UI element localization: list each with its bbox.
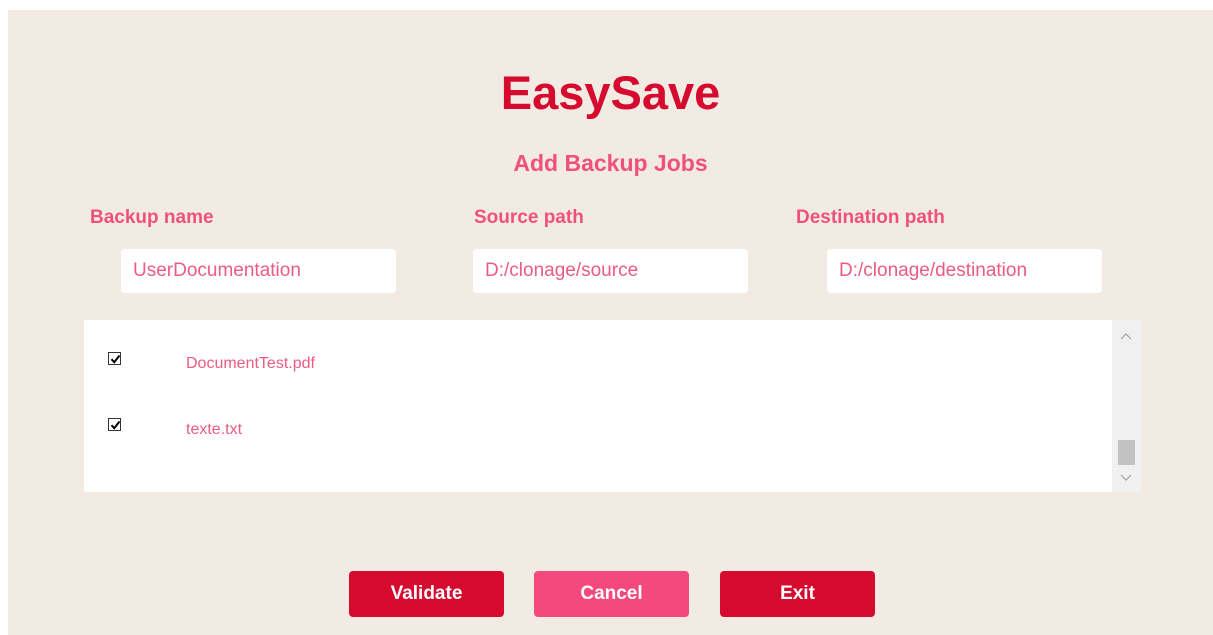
chevron-down-icon <box>1120 474 1132 481</box>
destination-path-input[interactable] <box>827 249 1102 293</box>
destination-path-label: Destination path <box>796 207 945 228</box>
source-path-label: Source path <box>474 207 584 228</box>
backup-name-input[interactable] <box>121 249 396 293</box>
file-name: DocumentTest.pdf <box>186 355 315 372</box>
file-list: DocumentTest.pdf texte.txt <box>84 320 1141 492</box>
validate-button[interactable]: Validate <box>349 571 504 617</box>
exit-button[interactable]: Exit <box>720 571 875 617</box>
list-item[interactable]: DocumentTest.pdf <box>84 348 1104 378</box>
app-window: EasySave Add Backup Jobs Backup name Sou… <box>8 10 1213 635</box>
checkmark-icon <box>110 354 121 364</box>
scroll-up-button[interactable] <box>1112 326 1141 346</box>
file-name: texte.txt <box>186 421 243 438</box>
scroll-thumb[interactable] <box>1118 440 1135 465</box>
backup-name-label: Backup name <box>90 207 214 228</box>
chevron-up-icon <box>1120 333 1132 340</box>
app-title: EasySave <box>500 66 721 119</box>
scroll-down-button[interactable] <box>1112 468 1141 488</box>
list-item[interactable]: texte.txt <box>84 414 1104 444</box>
file-checkbox[interactable] <box>108 352 121 365</box>
page-title: Add Backup Jobs <box>513 150 708 176</box>
file-checkbox[interactable] <box>108 418 121 431</box>
source-path-input[interactable] <box>473 249 748 293</box>
cancel-button[interactable]: Cancel <box>534 571 689 617</box>
vertical-scrollbar[interactable] <box>1112 320 1141 492</box>
checkmark-icon <box>110 420 121 430</box>
